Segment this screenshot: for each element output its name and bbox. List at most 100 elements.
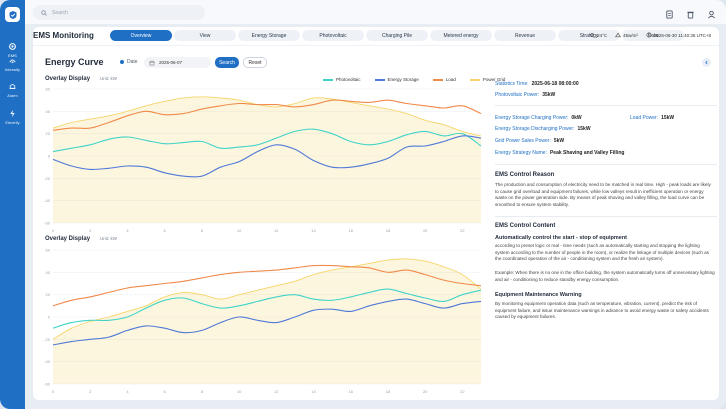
y-tick-label: -40 <box>44 359 51 364</box>
x-tick-label: 8 <box>201 389 204 394</box>
irradiance-value: 45w/m² <box>623 32 638 38</box>
date-picker[interactable]: 2025-06-07 <box>144 57 211 68</box>
load-power: Load Power: 15kW <box>630 115 675 121</box>
x-tick-label: 10 <box>237 389 242 394</box>
sidebar-item-label: Electrify <box>5 120 20 125</box>
divider <box>495 105 717 106</box>
legend-swatch <box>374 78 385 81</box>
x-tick-label: 16 <box>349 389 354 394</box>
sidebar-item-label: Alarm <box>7 93 18 98</box>
legend-swatch <box>323 78 333 81</box>
y-tick-label: 20 <box>46 131 51 136</box>
tab-metered-energy[interactable]: Metered energy <box>430 30 492 41</box>
reset-button[interactable]: Reset <box>243 57 267 68</box>
maintenance-text: By monitoring equipment operation data (… <box>495 301 709 320</box>
legend-swatch <box>469 78 480 81</box>
tab-view[interactable]: View <box>174 30 236 41</box>
main-panel: EMS Monitoring Overview View Energy Stor… <box>33 27 719 400</box>
auto-control-text: according to preset logic or real - time… <box>495 243 709 262</box>
legend-label: Energy Storage <box>387 77 419 82</box>
legend-label: Load <box>445 77 456 82</box>
search-placeholder: Search <box>52 9 68 16</box>
date-value: 2025-06-07 <box>159 60 183 65</box>
x-tick-label: 2 <box>89 228 92 233</box>
x-tick-label: 20 <box>423 228 428 233</box>
x-tick-label: 4 <box>126 228 129 233</box>
reason-text: The production and consumption of electr… <box>495 182 711 207</box>
trash-icon[interactable] <box>686 6 695 19</box>
status-bar: 24°C 45w/m² 2025-06-30 11:40:35 UTC+8 <box>589 32 711 38</box>
document-icon[interactable] <box>665 6 674 19</box>
page-title: EMS Monitoring <box>33 31 94 40</box>
chart-1-unit: Unit: kW <box>100 76 118 81</box>
x-tick-label: 16 <box>349 228 354 233</box>
y-tick-label: -20 <box>44 176 51 181</box>
x-tick-label: 2 <box>89 389 92 394</box>
es-charging-power: Energy Storage Charging Power: 0kW <box>495 115 582 121</box>
x-tick-label: 14 <box>311 228 316 233</box>
logo-icon[interactable] <box>5 7 20 22</box>
y-tick-label: 0 <box>48 154 51 159</box>
datetime-value: 2025-06-30 11:40:35 UTC+8 <box>653 32 711 38</box>
clock-icon <box>646 32 652 38</box>
signal-icon <box>9 59 16 64</box>
maintenance-title: Equipment Maintenance Warning <box>495 292 582 298</box>
user-icon[interactable] <box>707 6 716 19</box>
gear-icon <box>9 43 16 50</box>
tab-charging-pile[interactable]: Charging Pile <box>366 30 428 41</box>
sun-icon <box>590 33 594 37</box>
divider <box>495 216 717 217</box>
chart-legend: Photovoltaic Energy Storage Load Power Grid <box>323 77 505 82</box>
sidebar-item-label: Intensity <box>5 67 20 72</box>
statistics-time: Statistics Time: 2025-06-18 08:00:00 <box>495 81 579 87</box>
calendar-icon <box>149 60 155 65</box>
tab-photovoltaic[interactable]: Photovoltaic <box>302 30 364 41</box>
top-bar: Search <box>25 0 726 24</box>
sidebar-item-alarm[interactable]: Alarm <box>0 82 25 98</box>
y-tick-label: -60 <box>44 221 51 226</box>
collapse-panel-button[interactable] <box>702 58 711 67</box>
x-tick-label: 4 <box>126 389 129 394</box>
bell-icon <box>9 84 16 90</box>
required-dot <box>120 60 124 64</box>
temperature-value: 24°C <box>597 32 608 38</box>
legend-item[interactable]: Photovoltaic <box>323 77 361 82</box>
x-tick-label: 10 <box>237 228 242 233</box>
y-tick-label: 0 <box>48 315 51 320</box>
reason-title: EMS Control Reason <box>495 172 555 178</box>
x-tick-label: 0 <box>52 228 55 233</box>
chart-1: 6040200-20-40-600 2 4 6 8 10 12 14 16 18 20 22 <box>44 87 482 233</box>
search-button[interactable]: Search <box>215 57 239 68</box>
chart-2-unit: Unit: kW <box>100 236 118 241</box>
strategy-name: Energy Strategy Name: Peak Shaving and Va… <box>495 150 625 156</box>
x-tick-label: 0 <box>52 389 55 394</box>
search-input[interactable]: Search <box>33 5 205 20</box>
x-tick-label: 22 <box>460 389 465 394</box>
chevron-left-icon <box>705 60 708 65</box>
sidebar: EMS Intensity Alarm Electrify <box>0 0 25 409</box>
chart-1-title: Overlay Display Unit: kW <box>45 76 118 82</box>
y-tick-label: -20 <box>44 337 51 342</box>
y-tick-label: 40 <box>46 109 51 114</box>
x-tick-label: 12 <box>274 228 279 233</box>
example-text: Example: When there is no one in the off… <box>495 270 715 282</box>
sidebar-item-intensity[interactable]: Intensity <box>0 56 25 72</box>
series-area-power-grid <box>53 96 481 223</box>
sidebar-item-electrify[interactable]: Electrify <box>0 109 25 125</box>
tab-overview[interactable]: Overview <box>110 30 172 41</box>
auto-control-title: Automatically control the start - stop o… <box>495 235 628 241</box>
legend-item[interactable]: Load <box>432 77 456 82</box>
tab-energy-storage[interactable]: Energy Storage <box>238 30 300 41</box>
tab-revenue[interactable]: Revenue <box>494 30 556 41</box>
es-discharging-power: Energy Storage Discharging Power: 15kW <box>495 126 591 132</box>
y-tick-label: 40 <box>46 270 51 275</box>
divider <box>495 164 717 165</box>
y-tick-label: -40 <box>44 198 51 203</box>
legend-swatch <box>432 78 443 81</box>
bolt-icon <box>10 109 15 118</box>
legend-item[interactable]: Energy Storage <box>374 77 419 82</box>
chart-2-title: Overlay Display Unit: kW <box>45 236 118 242</box>
y-tick-label: -60 <box>44 382 51 387</box>
x-tick-label: 12 <box>274 389 279 394</box>
x-tick-label: 14 <box>311 389 316 394</box>
